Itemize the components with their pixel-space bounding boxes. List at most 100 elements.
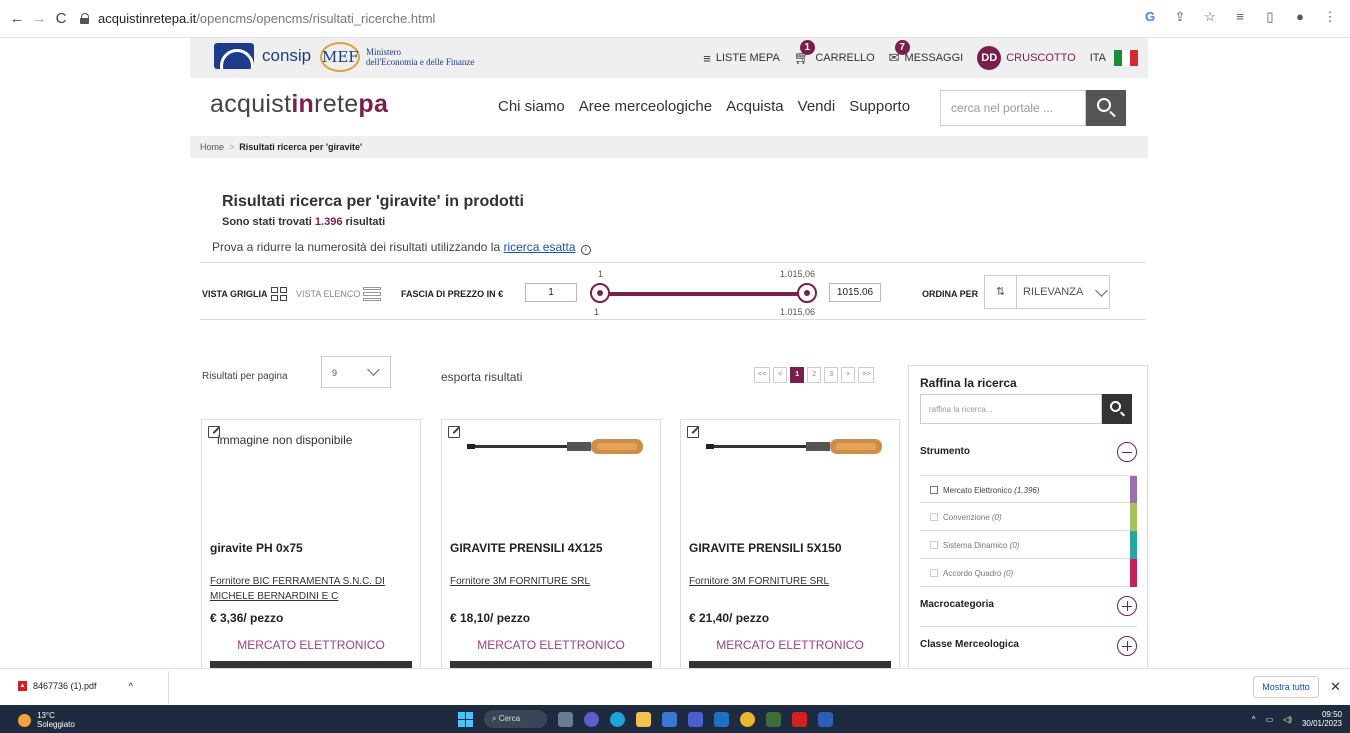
product-card[interactable]: GIRAVITE PRENSILI 4X125 Fornitore 3M FOR…: [441, 419, 661, 669]
breadcrumb-home[interactable]: Home: [200, 142, 224, 152]
count-prefix: Sono stati trovati: [222, 216, 315, 228]
messaggi-link[interactable]: ✉ 7 MESSAGGI: [889, 40, 963, 66]
portal-search-input[interactable]: cerca nel portale ...: [940, 90, 1086, 126]
liste-mepa-link[interactable]: ≡ LISTE MEPA: [703, 51, 780, 66]
consip-logo[interactable]: consip: [214, 43, 311, 69]
acrobat-icon[interactable]: [792, 711, 807, 727]
mef-logo[interactable]: MEF Ministero dell'Economia e delle Fina…: [320, 42, 474, 72]
reload-icon[interactable]: C: [50, 10, 72, 27]
page-1[interactable]: 1: [790, 367, 805, 383]
grid-view-toggle[interactable]: VISTA GRIGLIA: [202, 287, 287, 301]
filter-option-accordo-quadro[interactable]: Accordo Quadro (0): [920, 559, 1137, 587]
carrello-link[interactable]: 🛒︎ 1 CARRELLO: [794, 40, 875, 66]
chat-icon[interactable]: [584, 711, 599, 727]
nav-supporto[interactable]: Supporto: [849, 98, 910, 115]
close-icon[interactable]: ✕: [1330, 679, 1341, 695]
download-item[interactable]: ▲ 8467736 (1).pdf ^: [18, 681, 133, 691]
price-slider-max-handle[interactable]: [797, 283, 817, 303]
page-last[interactable]: >>: [858, 367, 875, 383]
page-first[interactable]: <<: [754, 367, 771, 383]
classe-merceologica-heading[interactable]: Classe Merceologica: [920, 639, 1019, 650]
back-icon[interactable]: ←: [6, 10, 28, 27]
brand-logo[interactable]: acquistinretepa: [210, 90, 388, 119]
page-3[interactable]: 3: [824, 367, 839, 383]
reading-list-icon[interactable]: ≡: [1232, 9, 1248, 25]
side-panel-icon[interactable]: ▯: [1262, 9, 1278, 25]
store-icon[interactable]: [662, 711, 677, 727]
strumento-heading[interactable]: Strumento: [920, 446, 970, 457]
product-title[interactable]: GIRAVITE PRENSILI 5X150: [689, 541, 842, 555]
price-max-input[interactable]: 1015.06: [829, 283, 881, 302]
product-card[interactable]: immagine non disponibile giravite PH 0x7…: [201, 419, 421, 669]
taskbar-search[interactable]: ⌕ Cerca: [484, 710, 547, 728]
product-title[interactable]: GIRAVITE PRENSILI 4X125: [450, 541, 603, 555]
product-card[interactable]: GIRAVITE PRENSILI 5X150 Fornitore 3M FOR…: [680, 419, 900, 669]
chevron-up-icon[interactable]: ^: [1252, 715, 1256, 724]
list-view-toggle[interactable]: VISTA ELENCO: [296, 287, 382, 301]
expand-icon[interactable]: [1117, 636, 1137, 656]
exact-search-link[interactable]: ricerca esatta: [503, 240, 575, 254]
nav-aree-merceologiche[interactable]: Aree merceologiche: [579, 98, 712, 115]
macrocategoria-heading[interactable]: Macrocategoria: [920, 599, 994, 610]
chevron-up-icon[interactable]: ^: [129, 681, 133, 691]
cruscotto-link[interactable]: DD CRUSCOTTO: [977, 46, 1076, 70]
expand-icon[interactable]: [1117, 596, 1137, 616]
filter-option-convenzione[interactable]: Convenzione (0): [920, 503, 1137, 531]
price-min-input[interactable]: 1: [525, 283, 577, 302]
word-icon[interactable]: [818, 711, 833, 727]
page-next[interactable]: >: [841, 367, 856, 383]
collapse-icon[interactable]: [1117, 442, 1137, 462]
nav-vendi[interactable]: Vendi: [798, 98, 836, 115]
portal-search-button[interactable]: [1086, 90, 1126, 126]
language-selector[interactable]: ITA: [1090, 50, 1138, 66]
share-icon[interactable]: ⇪: [1172, 9, 1188, 25]
forward-icon[interactable]: →: [28, 10, 50, 27]
price-slider-min-handle[interactable]: [590, 283, 610, 303]
edit-icon[interactable]: [448, 426, 460, 438]
edge-icon[interactable]: [610, 711, 625, 727]
app-icon[interactable]: [766, 711, 781, 727]
checkbox[interactable]: [930, 486, 938, 494]
speaker-icon[interactable]: ◁): [1283, 715, 1292, 724]
profile-icon[interactable]: ●: [1292, 9, 1308, 25]
show-all-button[interactable]: Mostra tutto: [1253, 676, 1319, 698]
supplier-link[interactable]: Fornitore BIC FERRAMENTA S.N.C. DI MICHE…: [210, 574, 410, 604]
page-prev[interactable]: <: [773, 367, 788, 383]
option-label: Convenzione: [943, 513, 990, 522]
supplier-link[interactable]: Fornitore 3M FORNITURE SRL: [689, 574, 889, 589]
filter-option-sistema-dinamico[interactable]: Sistema Dinamico (0): [920, 531, 1137, 559]
edit-icon[interactable]: [687, 426, 699, 438]
checkbox[interactable]: [930, 541, 938, 549]
task-view-icon[interactable]: [558, 711, 573, 727]
mef-logo-mark: MEF: [320, 42, 360, 72]
checkbox[interactable]: [930, 513, 938, 521]
menu-icon[interactable]: ⋮: [1322, 9, 1338, 25]
network-icon[interactable]: ▭: [1266, 715, 1274, 724]
checkbox[interactable]: [930, 569, 938, 577]
refine-search-input[interactable]: raffina la ricerca...: [920, 394, 1102, 424]
file-explorer-icon[interactable]: [636, 711, 651, 727]
screwdriver-image: [706, 439, 882, 454]
app-icon[interactable]: [688, 711, 703, 727]
address-bar[interactable]: acquistinretepa.it/opencms/opencms/risul…: [80, 5, 435, 33]
price-slider-track[interactable]: [600, 292, 808, 296]
weather-widget[interactable]: 13°C Soleggiato: [18, 711, 75, 729]
clock[interactable]: 09:50 30/01/2023: [1302, 710, 1342, 728]
export-results-link[interactable]: esporta risultati: [441, 370, 522, 384]
windows-start-icon[interactable]: [458, 711, 473, 727]
per-page-select[interactable]: 9: [321, 356, 391, 388]
chrome-icon[interactable]: [740, 711, 755, 727]
nav-acquista[interactable]: Acquista: [726, 98, 784, 115]
outlook-icon[interactable]: [714, 711, 729, 727]
google-icon[interactable]: G: [1142, 9, 1158, 25]
info-icon[interactable]: i: [580, 245, 591, 255]
filter-option-mercato[interactable]: Mercato Elettronico (1.396): [920, 475, 1137, 504]
bookmark-star-icon[interactable]: ☆: [1202, 9, 1218, 25]
product-title[interactable]: giravite PH 0x75: [210, 541, 303, 555]
sort-select[interactable]: ⇅ RILEVANZA: [984, 275, 1110, 309]
supplier-link[interactable]: Fornitore 3M FORNITURE SRL: [450, 574, 650, 589]
option-label: Mercato Elettronico: [943, 486, 1012, 495]
nav-chi-siamo[interactable]: Chi siamo: [498, 98, 565, 115]
page-2[interactable]: 2: [807, 367, 822, 383]
refine-search-button[interactable]: [1102, 394, 1132, 424]
